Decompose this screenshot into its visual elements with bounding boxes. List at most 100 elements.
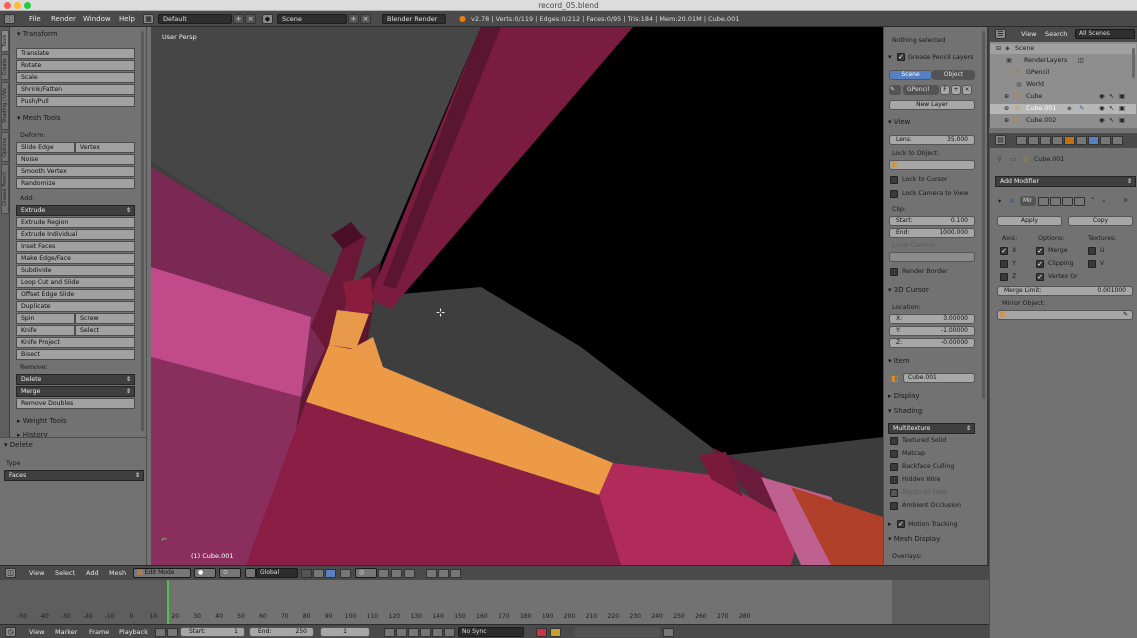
mode-select[interactable]: ▥ Edit Mode <box>133 568 191 578</box>
render-layer-icon[interactable] <box>450 569 461 578</box>
merge-limit-field[interactable]: Merge Limit: 0.001000 <box>997 286 1133 296</box>
next-keyframe-icon[interactable] <box>432 628 443 637</box>
delete-menu-button[interactable]: Delete ⇕ <box>16 374 135 385</box>
extrude-menu-button[interactable]: Extrude ⇕ <box>16 205 135 216</box>
render-tab-icon[interactable] <box>1016 136 1027 145</box>
textured-solid-checkbox[interactable] <box>890 437 898 445</box>
sync-select[interactable]: No Sync <box>458 627 524 637</box>
menu-file[interactable]: File <box>29 15 41 23</box>
npanel-scrollbar[interactable] <box>982 31 985 399</box>
lock-camera-checkbox[interactable] <box>890 190 898 198</box>
limit-selection-icon[interactable] <box>340 569 351 578</box>
modifiers-tab-icon[interactable] <box>1088 136 1099 145</box>
select-arrow-icon[interactable]: ↖ <box>1109 93 1114 100</box>
lens-field[interactable]: Lens: 35.000 <box>889 135 975 145</box>
multitexture-select[interactable]: Multitexture ⇕ <box>888 423 975 434</box>
pin-icon[interactable]: ⚲ <box>997 156 1002 163</box>
3d-cursor-panel-toggle[interactable]: ▾ 3D Cursor <box>888 286 929 294</box>
outliner-view-menu[interactable]: View <box>1021 30 1036 38</box>
translate-button[interactable]: Translate <box>16 48 135 59</box>
play-icon[interactable] <box>420 628 431 637</box>
menu-help[interactable]: Help <box>119 15 135 23</box>
eyedropper-icon[interactable]: ✎ <box>1123 311 1128 319</box>
ambient-occlusion-checkbox[interactable] <box>890 502 898 510</box>
make-edge-face-button[interactable]: Make Edge/Face <box>16 253 135 264</box>
push-pull-button[interactable]: Push/Pull <box>16 96 135 107</box>
outliner-row-cube-001[interactable]: ⊕ ▽ Cube.001 ◆ ✎ ◉ ↖ ▣ <box>990 104 1136 114</box>
lock-time-icon[interactable] <box>167 628 178 637</box>
expand-icon[interactable]: ⊕ <box>1004 117 1009 124</box>
lock-to-cursor-checkbox[interactable] <box>890 176 898 184</box>
visibility-eye-icon[interactable]: ◉ <box>1099 93 1105 100</box>
item-name-field[interactable]: Cube.001 <box>903 373 975 383</box>
modifier-editmode-toggle-icon[interactable] <box>1062 197 1073 206</box>
knife-project-button[interactable]: Knife Project <box>16 337 135 348</box>
gp-layers-toggle[interactable]: ▾ <box>888 53 892 61</box>
object-tab-icon[interactable] <box>1064 136 1075 145</box>
remove-scene-icon[interactable]: × <box>360 14 371 24</box>
copy-button[interactable]: Copy <box>1068 216 1133 226</box>
tab-options[interactable]: Options <box>1 132 9 162</box>
remove-layout-icon[interactable]: × <box>245 14 256 24</box>
layout-icon[interactable]: ▦ <box>143 14 154 24</box>
play-reverse-icon[interactable] <box>408 628 419 637</box>
cursor-z-field[interactable]: Z: -0.00000 <box>889 338 975 348</box>
spin-button[interactable]: Spin <box>16 313 75 324</box>
mirror-object-field[interactable]: ◧ ✎ <box>997 310 1133 320</box>
opengl-anim-icon[interactable] <box>438 569 449 578</box>
visibility-eye-icon[interactable]: ◉ <box>1099 105 1105 112</box>
pivot-select[interactable]: ⊙ <box>219 568 241 578</box>
motion-tracking-checkbox[interactable] <box>897 520 905 528</box>
outliner-editor-icon[interactable]: ☰ <box>995 29 1006 39</box>
new-layer-button[interactable]: New Layer <box>889 100 975 110</box>
merge-menu-button[interactable]: Merge ⇕ <box>16 386 135 397</box>
offset-edge-slide-button[interactable]: Offset Edge Slide <box>16 289 135 300</box>
hidden-wire-checkbox[interactable] <box>890 476 898 484</box>
expand-icon[interactable]: ⊟ <box>996 45 1001 52</box>
timeline-menu-marker[interactable]: Marker <box>55 628 77 636</box>
bisect-button[interactable]: Bisect <box>16 349 135 360</box>
tab-create[interactable]: Create <box>1 54 9 80</box>
item-panel-toggle[interactable]: ▾ Item <box>888 357 910 365</box>
noise-button[interactable]: Noise <box>16 154 135 165</box>
timeline-menu-view[interactable]: View <box>29 628 44 636</box>
apply-button[interactable]: Apply <box>997 216 1062 226</box>
motion-tracking-toggle[interactable]: ▸ <box>888 520 892 528</box>
gp-unlink-icon[interactable]: × <box>962 85 972 95</box>
merge-checkbox[interactable] <box>1036 247 1044 255</box>
shrink-fatten-button[interactable]: Shrink/Fatten <box>16 84 135 95</box>
jump-end-icon[interactable] <box>444 628 455 637</box>
outliner-row-gpencil[interactable]: ✎ GPencil <box>990 68 1136 78</box>
slide-edge-button[interactable]: Slide Edge <box>16 142 75 153</box>
texture-u-checkbox[interactable] <box>1088 247 1096 255</box>
clip-start-field[interactable]: Start: 0.100 <box>889 216 975 226</box>
mesh-tools-panel-toggle[interactable]: ▾ Mesh Tools <box>17 114 61 122</box>
render-engine-select[interactable]: Blender Render <box>382 14 446 24</box>
world-tab-icon[interactable] <box>1052 136 1063 145</box>
transform-panel-toggle[interactable]: ▾ Transform <box>17 30 58 38</box>
tab-grease-pencil[interactable]: Grease Pencil <box>1 164 9 214</box>
extrude-region-button[interactable]: Extrude Region <box>16 217 135 228</box>
menu-window[interactable]: Window <box>83 15 111 23</box>
rotate-button[interactable]: Rotate <box>16 60 135 71</box>
smooth-vertex-button[interactable]: Smooth Vertex <box>16 166 135 177</box>
toolshelf-scrollbar[interactable] <box>141 31 144 431</box>
modifier-collapse-icon[interactable]: ▾ <box>998 198 1001 205</box>
knife-button[interactable]: Knife <box>16 325 75 336</box>
view-panel-toggle[interactable]: ▾ View <box>888 118 910 126</box>
texture-v-checkbox[interactable] <box>1088 260 1096 268</box>
expand-icon[interactable]: ⊕ <box>1004 93 1009 100</box>
backface-culling-checkbox[interactable] <box>890 463 898 471</box>
snap-element-icon[interactable] <box>391 569 402 578</box>
randomize-button[interactable]: Randomize <box>16 178 135 189</box>
outliner-row-scene[interactable]: ⊟ ◈ Scene <box>990 44 1136 54</box>
tab-tools[interactable]: Tools <box>1 30 9 52</box>
select-arrow-icon[interactable]: ↖ <box>1109 105 1114 112</box>
gpencil-datablock[interactable]: GPencil <box>903 85 939 95</box>
data-tab-icon[interactable] <box>1100 136 1111 145</box>
outliner-display-mode-select[interactable]: All Scenes <box>1075 29 1135 39</box>
visibility-eye-icon[interactable]: ◉ <box>1099 117 1105 124</box>
screw-button[interactable]: Screw <box>75 313 135 324</box>
modifier-viewport-toggle-icon[interactable] <box>1050 197 1061 206</box>
face-select-icon[interactable] <box>325 569 336 578</box>
